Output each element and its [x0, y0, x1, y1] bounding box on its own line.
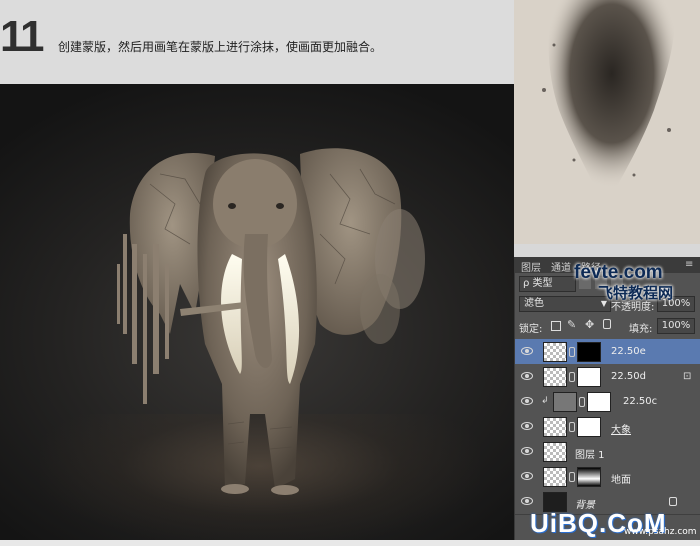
lock-paint-icon[interactable]: ✎ — [567, 318, 576, 331]
lock-icon — [669, 497, 677, 506]
layer-thumbnail — [543, 467, 567, 487]
lock-move-icon[interactable]: ✥ — [585, 318, 594, 331]
panel-menu-icon[interactable]: ≡ — [685, 259, 693, 270]
reference-thumbnail — [514, 0, 700, 244]
layer-thumbnail — [553, 392, 577, 412]
layer-row[interactable]: 大象 — [515, 414, 700, 440]
tab-channels[interactable]: 通道 — [551, 259, 571, 274]
link-icon[interactable] — [569, 422, 575, 432]
layer-thumbnail — [543, 442, 567, 462]
watermark-fevte: fevte.com — [574, 262, 663, 283]
lock-transparent-icon[interactable] — [551, 321, 561, 331]
clip-arrow-icon: ↲ — [541, 396, 549, 406]
layer-row[interactable]: 地面 — [515, 464, 700, 490]
mask-thumbnail[interactable] — [577, 417, 601, 437]
document-canvas[interactable] — [0, 84, 514, 540]
mask-thumbnail[interactable] — [577, 342, 601, 362]
link-icon[interactable] — [579, 397, 585, 407]
layer-row[interactable]: ↲ 22.50c — [515, 389, 700, 415]
link-icon[interactable] — [569, 347, 575, 357]
layer-row[interactable]: 22.50d ⊡ — [515, 364, 700, 390]
link-icon[interactable] — [569, 372, 575, 382]
eye-icon[interactable] — [521, 347, 533, 355]
dust-cloud-image — [542, 0, 675, 210]
step-header: 11 创建蒙版，然后用画笔在蒙版上进行涂抹，使画面更加融合。 — [0, 0, 514, 84]
layer-row[interactable]: 图层 1 — [515, 439, 700, 465]
mask-thumbnail[interactable] — [577, 367, 601, 387]
layer-name[interactable]: 22.50c — [623, 396, 657, 407]
eye-icon[interactable] — [521, 497, 533, 505]
layer-name[interactable]: 大象 — [611, 421, 631, 436]
layer-row[interactable]: 22.50e — [515, 339, 700, 365]
watermark-uibq-small: www.psahz.com — [624, 527, 697, 537]
filter-kind-select[interactable]: ρ 类型 — [519, 276, 576, 292]
eye-icon[interactable] — [521, 472, 533, 480]
eye-icon[interactable] — [521, 372, 533, 380]
watermark-fevte-cn: 飞特教程网 — [598, 284, 674, 302]
layer-name[interactable]: 22.50d — [611, 371, 646, 382]
fill-field[interactable]: 100% — [657, 318, 695, 334]
lock-all-icon[interactable] — [603, 319, 611, 329]
eye-icon[interactable] — [521, 397, 533, 405]
eye-icon[interactable] — [521, 447, 533, 455]
layer-name[interactable]: 地面 — [611, 471, 631, 486]
eye-icon[interactable] — [521, 422, 533, 430]
elephant-image — [117, 148, 425, 495]
mask-thumbnail[interactable] — [587, 392, 611, 412]
mask-thumbnail[interactable] — [577, 467, 601, 487]
smart-filter-icon: ⊡ — [683, 371, 692, 382]
layer-name[interactable]: 图层 1 — [575, 446, 605, 461]
layer-thumbnail — [543, 417, 567, 437]
layer-thumbnail — [543, 367, 567, 387]
link-icon[interactable] — [569, 472, 575, 482]
fill-label: 填充: — [629, 324, 653, 335]
lock-label: 锁定: — [519, 324, 543, 335]
bottom-strip — [0, 540, 700, 546]
step-instruction: 创建蒙版，然后用画笔在蒙版上进行涂抹，使画面更加融合。 — [58, 40, 383, 54]
step-number: 11 — [0, 12, 44, 61]
layer-thumbnail — [543, 342, 567, 362]
blend-mode-value: 滤色 — [524, 298, 544, 309]
layer-name[interactable]: 22.50e — [611, 346, 646, 357]
tab-layers[interactable]: 图层 — [521, 259, 541, 274]
